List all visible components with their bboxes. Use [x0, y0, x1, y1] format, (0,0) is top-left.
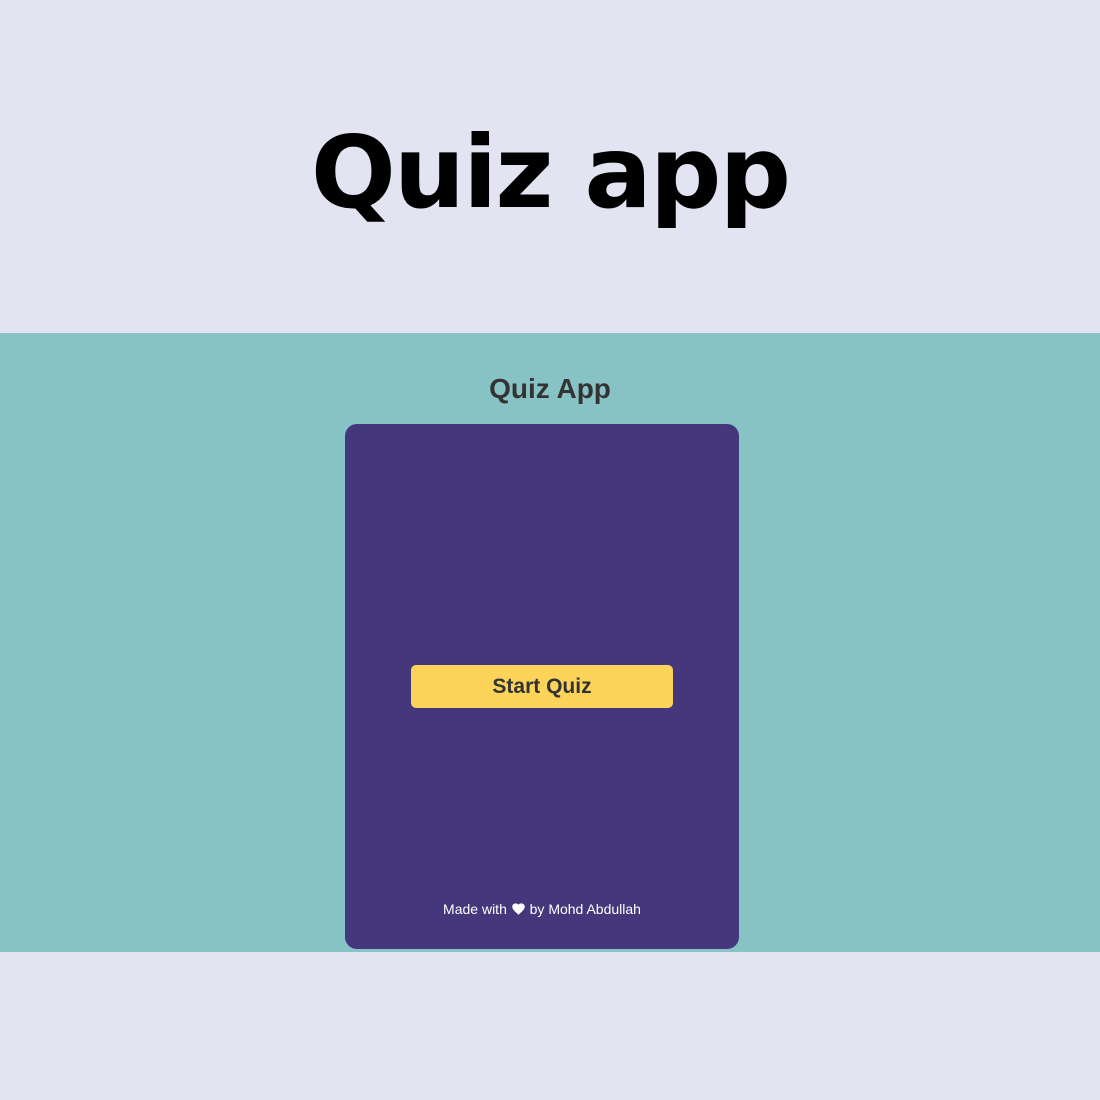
app-stage: Quiz App Start Quiz Made with by Mohd Ab… [0, 333, 1100, 952]
heart-icon [512, 901, 525, 919]
start-quiz-button[interactable]: Start Quiz [411, 665, 673, 708]
footer-suffix: by Mohd Abdullah [529, 901, 641, 917]
footer-credit: Made with by Mohd Abdullah [345, 900, 739, 919]
app-heading: Quiz App [489, 373, 611, 404]
quiz-card: Start Quiz Made with by Mohd Abdullah [345, 424, 739, 949]
hero-title: Quiz app [310, 114, 791, 231]
page-bottom [0, 952, 1100, 1100]
footer-prefix: Made with [443, 901, 507, 917]
hero-banner: Quiz app [0, 0, 1100, 333]
